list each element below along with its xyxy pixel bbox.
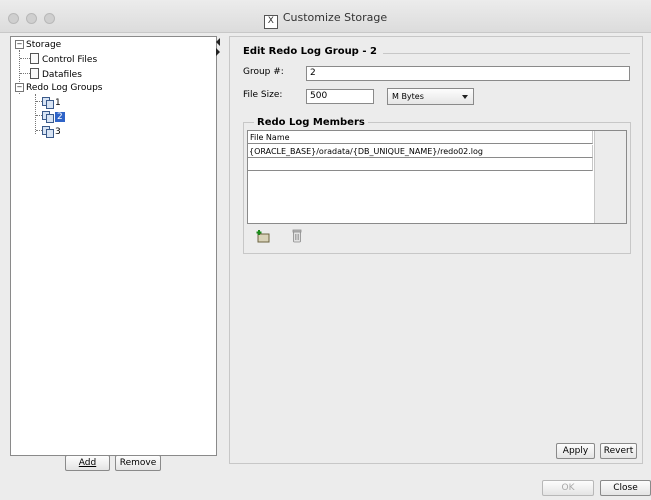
table-row[interactable]: {ORACLE_BASE}/oradata/{DB_UNIQUE_NAME}/r…: [248, 145, 593, 158]
tree-node-group-1[interactable]: 1: [36, 97, 61, 110]
revert-button[interactable]: Revert: [600, 443, 637, 459]
revert-button-label: Revert: [603, 446, 634, 456]
size-unit-select[interactable]: M Bytes: [387, 88, 474, 105]
ok-button-label: OK: [561, 483, 575, 493]
tree-node-label-selected: 2: [55, 112, 65, 122]
add-member-icon[interactable]: [256, 229, 270, 243]
tree-node-label: Storage: [26, 40, 62, 50]
tree-node-label: Control Files: [42, 55, 98, 65]
tree-branch: [20, 58, 30, 59]
redo-log-members-group: Redo Log Members File Name {ORACLE_BASE}…: [243, 117, 631, 254]
edit-section-title: Edit Redo Log Group - 2: [243, 46, 381, 57]
redo-group-icon: [42, 126, 54, 138]
table-row[interactable]: [248, 158, 593, 171]
tree-node-group-3[interactable]: 3: [36, 126, 61, 139]
edit-panel: Edit Redo Log Group - 2 Group #: 2 File …: [229, 36, 643, 464]
tree-node-label: 3: [55, 127, 61, 137]
tree-node-label: Datafiles: [42, 70, 82, 80]
tree-node-label: Redo Log Groups: [26, 83, 103, 93]
close-button[interactable]: Close: [600, 480, 651, 496]
tree-node-redo-log-groups[interactable]: − Redo Log Groups: [15, 82, 103, 95]
app-x-icon: X: [263, 15, 278, 29]
chevron-down-icon: [462, 95, 468, 99]
tree-node-group-2[interactable]: 2: [36, 111, 65, 124]
close-button-label: Close: [613, 483, 638, 493]
window-title-wrap: X Customize Storage: [0, 11, 651, 29]
tree-node-datafiles[interactable]: Datafiles: [20, 68, 82, 81]
trash-icon[interactable]: [290, 229, 304, 243]
group-number-input[interactable]: 2: [306, 66, 630, 81]
column-header-file-name[interactable]: File Name: [248, 131, 593, 144]
file-size-input[interactable]: 500: [306, 89, 374, 104]
collapse-icon[interactable]: −: [15, 83, 24, 92]
expand-right-icon[interactable]: [216, 48, 220, 56]
size-unit-value: M Bytes: [392, 92, 424, 101]
ok-button[interactable]: OK: [542, 480, 594, 496]
apply-button-label: Apply: [562, 446, 589, 456]
add-button[interactable]: Add: [65, 455, 110, 471]
tree-node-control-files[interactable]: Control Files: [20, 53, 97, 66]
tree-node-storage[interactable]: − Storage: [15, 39, 61, 52]
splitter-arrows[interactable]: [216, 38, 222, 58]
apply-button[interactable]: Apply: [556, 443, 595, 459]
window-title: Customize Storage: [282, 11, 388, 24]
members-title: Redo Log Members: [254, 117, 368, 128]
remove-button[interactable]: Remove: [115, 455, 161, 471]
table-scrollbar[interactable]: [594, 131, 626, 223]
file-icon: [30, 68, 39, 79]
redo-group-icon: [42, 97, 54, 109]
add-button-label: Add: [78, 458, 97, 468]
file-size-label: File Size:: [243, 90, 283, 100]
collapse-icon[interactable]: −: [15, 40, 24, 49]
tree-node-label: 1: [55, 98, 61, 108]
redo-group-icon: [42, 111, 54, 123]
table-cell[interactable]: {ORACLE_BASE}/oradata/{DB_UNIQUE_NAME}/r…: [249, 147, 483, 156]
group-number-label: Group #:: [243, 67, 284, 77]
storage-tree[interactable]: − Storage Control Files Datafiles − Redo L…: [10, 36, 217, 456]
remove-button-label: Remove: [119, 458, 157, 468]
members-table[interactable]: File Name {ORACLE_BASE}/oradata/{DB_UNIQ…: [247, 130, 627, 224]
collapse-left-icon[interactable]: [216, 38, 220, 46]
file-icon: [30, 53, 39, 64]
section-divider: [383, 53, 630, 54]
title-bar: X Customize Storage: [0, 0, 651, 33]
tree-branch: [20, 73, 30, 74]
